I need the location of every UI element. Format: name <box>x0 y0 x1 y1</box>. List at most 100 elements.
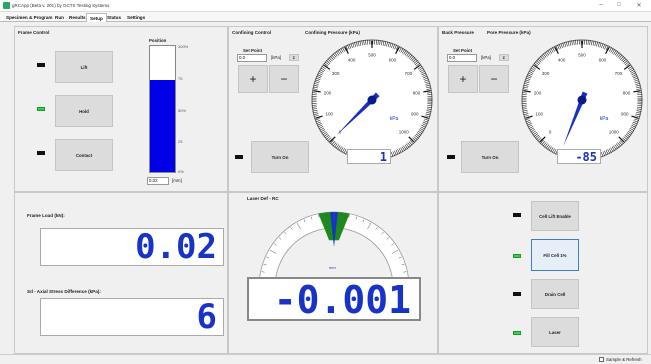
position-fill <box>150 80 175 172</box>
back-indicator <box>447 155 455 159</box>
frame-load-label: Frame Load (kN): <box>27 213 65 218</box>
position-tick-100: 100% <box>178 44 189 49</box>
laser-header: Laser Def - RC <box>247 196 279 201</box>
lift-indicator <box>37 63 45 67</box>
confining-minus-button[interactable]: − <box>269 65 299 93</box>
back-send-button[interactable]: Σ <box>499 54 509 61</box>
confining-control-header: Confining Control <box>232 30 272 35</box>
tab-status[interactable]: Status <box>104 13 124 22</box>
back-pressure-panel: Back Pressure Pore Pressure (kPa) Set Po… <box>438 26 648 192</box>
drain-cell-indicator <box>513 292 521 296</box>
pore-tick-label: 500 <box>578 53 586 58</box>
confining-indicator <box>235 155 243 159</box>
minimize-button[interactable]: – <box>594 2 608 8</box>
pore-tick-label: 300 <box>542 71 550 76</box>
confining-pressure-display: 1 <box>347 149 391 164</box>
back-setpoint-unit: [kPa] <box>481 55 492 60</box>
confining-tick-label: 800 <box>413 90 421 95</box>
confining-setpoint-unit: [kPa] <box>271 55 282 60</box>
position-tick-25: 25 <box>178 139 183 144</box>
laser-display: -0.001 <box>247 277 421 321</box>
back-pressure-header: Back Pressure <box>442 30 474 35</box>
confining-tick-label: 500 <box>368 53 376 58</box>
laser-panel: Laser Def - RC mm -0.001 <box>228 192 438 354</box>
back-turn-on-button[interactable]: Turn On <box>461 141 519 173</box>
laser-unit: mm <box>329 265 336 270</box>
frame-control-panel: Frame Control Lift Hold Contact Position… <box>14 26 228 192</box>
position-value: 0.02 <box>147 177 169 185</box>
laser-button[interactable]: Laser <box>531 317 579 347</box>
axial-stress-label: Sd - Axial Stress Difference (kPa): <box>27 289 101 294</box>
tab-bar: Specimen & Program Run Results Setup Sta… <box>0 12 651 22</box>
sample-refresh-checkbox[interactable] <box>599 357 604 362</box>
confining-setpoint-label: Set Point <box>243 48 263 53</box>
confining-tick-label: 600 <box>389 57 397 62</box>
back-setpoint-input[interactable]: 0.0 <box>447 54 477 62</box>
position-unit: [mm] <box>172 178 182 183</box>
lift-button[interactable]: Lift <box>55 51 113 83</box>
drain-cell-button[interactable]: Drain Cell <box>531 279 579 309</box>
fill-cell-indicator <box>513 254 521 258</box>
pore-tick-label: 100 <box>535 111 543 116</box>
confining-tick-label: 400 <box>348 57 356 62</box>
confining-tick-label: 200 <box>324 90 332 95</box>
confining-control-panel: Confining Control Confining Pressure (kP… <box>228 26 438 192</box>
pore-pressure-display: -85 <box>557 149 601 164</box>
frame-load-display: 0.02 <box>40 228 224 266</box>
confining-tick-label: 100 <box>325 111 333 116</box>
confining-pressure-gauge: 01002003004005006007008009001000kPa <box>311 39 433 161</box>
position-label: Position <box>149 38 167 43</box>
cell-lift-enable-button[interactable]: Cell Lift Enable <box>531 201 579 231</box>
window-title: gRCApp (Beta v. 201) by GCTS Testing Sys… <box>12 3 110 8</box>
confining-tick-label: 700 <box>405 71 413 76</box>
pore-unit-label: kPa <box>600 116 609 122</box>
axial-stress-display: 6 <box>40 298 224 336</box>
pore-gauge-title: Pore Pressure (kPa) <box>487 30 531 35</box>
laser-indicator <box>513 331 521 335</box>
confining-needle-hub <box>367 95 377 105</box>
tab-settings[interactable]: Settings <box>124 13 148 22</box>
pore-tick-label: 700 <box>615 71 623 76</box>
hold-button[interactable]: Hold <box>55 95 113 127</box>
confining-tick-label: 900 <box>411 111 419 116</box>
pore-pressure-gauge: 01002003004005006007008009001000kPa <box>521 39 643 161</box>
back-setpoint-label: Set Point <box>453 48 473 53</box>
hold-indicator <box>37 107 45 111</box>
confining-plus-button[interactable]: + <box>238 65 268 93</box>
fill-cell-button[interactable]: Fill Cell 1% <box>531 239 579 271</box>
confining-unit-label: kPa <box>390 116 399 122</box>
close-button[interactable]: ✕ <box>632 2 646 9</box>
confining-turn-on-button[interactable]: Turn On <box>251 141 309 173</box>
confining-setpoint-input[interactable]: 0.0 <box>237 54 267 62</box>
contact-indicator <box>37 151 45 155</box>
confining-tick-label: 1000 <box>399 129 410 134</box>
maximize-button[interactable]: □ <box>612 2 626 8</box>
pore-tick-label: 200 <box>534 90 542 95</box>
contact-button[interactable]: Contact <box>55 139 113 171</box>
position-tick-75: 75 <box>178 76 183 81</box>
confining-tick-label: 300 <box>332 71 340 76</box>
status-bar: Sample & Refresh <box>0 354 651 364</box>
pore-tick-label: 900 <box>621 111 629 116</box>
sample-refresh-label: Sample & Refresh <box>606 357 642 362</box>
pore-tick-label: 400 <box>558 57 566 62</box>
tab-run[interactable]: Run <box>52 13 67 22</box>
frame-control-header: Frame Control <box>18 30 50 35</box>
pore-needle-hub <box>577 95 587 105</box>
load-panel: Frame Load (kN): 0.02 Sd - Axial Stress … <box>14 192 228 354</box>
confining-gauge-title: Confining Pressure (kPa) <box>305 30 360 35</box>
position-tick-50: 50% <box>178 108 187 113</box>
cell-control-panel: Cell Lift Enable Fill Cell 1% Drain Cell… <box>438 192 648 354</box>
cell-lift-indicator <box>513 213 521 217</box>
back-minus-button[interactable]: − <box>479 65 509 93</box>
back-plus-button[interactable]: + <box>448 65 478 93</box>
pore-tick-label: 1000 <box>609 129 620 134</box>
pore-tick-label: 600 <box>599 57 607 62</box>
title-bar: gRCApp (Beta v. 201) by GCTS Testing Sys… <box>0 0 651 12</box>
position-tick-0: 0% <box>178 169 184 174</box>
confining-send-button[interactable]: Σ <box>289 54 299 61</box>
pore-tick-label: 800 <box>623 90 631 95</box>
tab-specimen-program[interactable]: Specimen & Program <box>3 13 55 22</box>
app-icon <box>3 2 10 9</box>
position-bar <box>149 45 176 173</box>
